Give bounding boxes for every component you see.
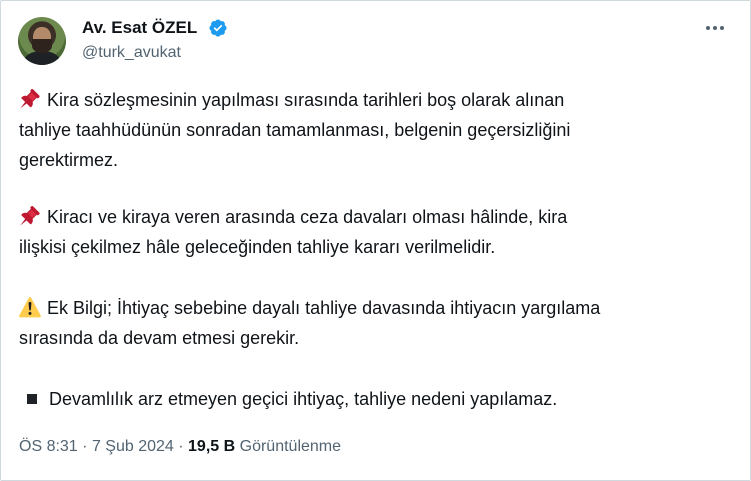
tweet-line-text: Devamlılık arz etmeyen geçici ihtiyaç, t…: [49, 389, 558, 409]
tweet-line: Devamlılık arz etmeyen geçici ihtiyaç, t…: [19, 384, 734, 414]
tweet-date[interactable]: 7 Şub 2024: [92, 438, 174, 455]
tweet-meta: ÖS 8:31 · 7 Şub 2024 · 19,5 B Görüntülen…: [19, 437, 341, 457]
views-label: Görüntülenme: [239, 438, 342, 455]
tweet-paragraph-2: Kiracı ve kiraya veren arasında ceza dav…: [19, 202, 734, 262]
tweet-line-text: Kiracı ve kiraya veren arasında ceza dav…: [47, 207, 568, 227]
more-dot: [706, 26, 710, 30]
avatar[interactable]: [18, 17, 66, 65]
author-handle[interactable]: @turk_avukat: [82, 43, 181, 63]
meta-separator: ·: [82, 438, 88, 455]
tweet-line-text: Ek Bilgi; İhtiyaç sebebine dayalı tahliy…: [47, 298, 601, 318]
tweet-card: Av. Esat ÖZEL @turk_avukat Kira sözleşme…: [0, 0, 751, 481]
more-dot: [713, 26, 717, 30]
verified-badge-icon: [209, 19, 227, 37]
tweet-paragraph-4: Devamlılık arz etmeyen geçici ihtiyaç, t…: [19, 384, 734, 414]
views-count: 19,5 B: [188, 438, 236, 455]
tweet-line: ilişkisi çekilmez hâle geleceğinden tahl…: [19, 237, 496, 257]
tweet-paragraph-3: Ek Bilgi; İhtiyaç sebebine dayalı tahliy…: [19, 293, 734, 353]
warning-icon: [19, 296, 41, 318]
pushpin-icon: [20, 88, 40, 109]
tweet-line: tahliye taahhüdünün sonradan tamamlanmas…: [19, 120, 571, 140]
tweet-line: Kira sözleşmesinin yapılması sırasında t…: [19, 85, 734, 115]
black-square-icon: [27, 394, 37, 404]
tweet-line-text: Kira sözleşmesinin yapılması sırasında t…: [47, 90, 565, 110]
meta-separator: ·: [178, 438, 184, 455]
tweet-line: Ek Bilgi; İhtiyaç sebebine dayalı tahliy…: [19, 293, 734, 323]
more-dot: [720, 26, 724, 30]
avatar-shoulders: [24, 51, 60, 65]
tweet-line: sırasında da devam etmesi gerekir.: [19, 328, 300, 348]
tweet-paragraph-1: Kira sözleşmesinin yapılması sırasında t…: [19, 85, 734, 175]
tweet-line: Kiracı ve kiraya veren arasında ceza dav…: [19, 202, 734, 232]
tweet-time[interactable]: ÖS 8:31: [19, 438, 78, 455]
author-name[interactable]: Av. Esat ÖZEL: [82, 18, 197, 38]
pushpin-icon: [20, 205, 40, 226]
avatar-beard: [32, 39, 52, 53]
more-options-icon[interactable]: [703, 18, 727, 38]
tweet-line: gerektirmez.: [19, 150, 119, 170]
